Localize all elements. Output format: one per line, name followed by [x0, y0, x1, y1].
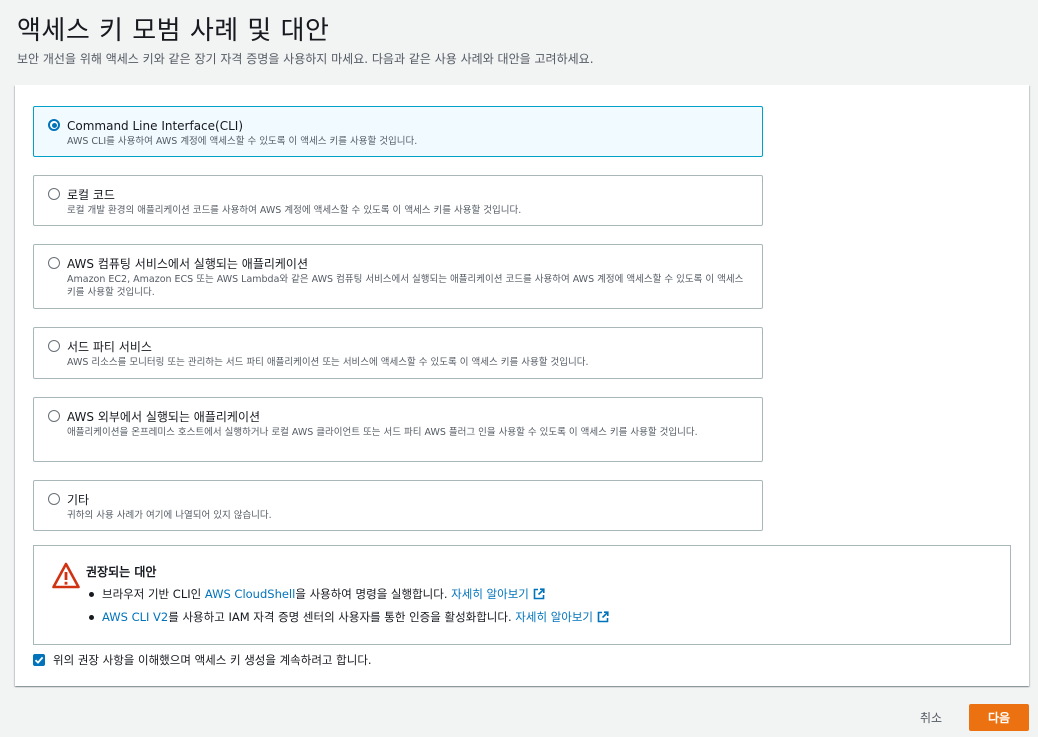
- next-button[interactable]: 다음: [969, 704, 1029, 731]
- radio-cli[interactable]: [48, 119, 60, 131]
- option-label: Command Line Interface(CLI): [67, 119, 244, 133]
- option-third-party[interactable]: 서드 파티 서비스 AWS 리소스를 모니터링 또는 관리하는 서드 파티 애플…: [33, 327, 763, 379]
- option-description: 귀하의 사용 사례가 여기에 나열되어 있지 않습니다.: [67, 510, 272, 521]
- radio-aws-compute[interactable]: [48, 257, 60, 269]
- checkmark-icon: [34, 656, 44, 664]
- option-label: 서드 파티 서비스: [67, 340, 152, 354]
- option-local-code[interactable]: 로컬 코드 로컬 개발 환경의 애플리케이션 코드를 사용하여 AWS 계정에 …: [33, 175, 763, 226]
- learn-more-link-cloudshell[interactable]: 자세히 알아보기: [451, 587, 529, 601]
- alert-item-text: 을 사용하여 명령을 실행합니다.: [295, 587, 452, 601]
- option-aws-compute[interactable]: AWS 컴퓨팅 서비스에서 실행되는 애플리케이션 Amazon EC2, Am…: [33, 244, 763, 309]
- alert-item-cloudshell: 브라우저 기반 CLI인 AWS CloudShell을 사용하여 명령을 실행…: [86, 586, 609, 602]
- radio-local-code[interactable]: [48, 188, 60, 200]
- recommended-alternatives-alert: 권장되는 대안 브라우저 기반 CLI인 AWS CloudShell을 사용하…: [33, 545, 1011, 645]
- option-label: 기타: [67, 493, 90, 507]
- alert-item-cli-v2: AWS CLI V2를 사용하고 IAM 자격 증명 센터의 사용자를 통한 인…: [86, 609, 609, 625]
- learn-more-link-cli-v2[interactable]: 자세히 알아보기: [515, 610, 593, 624]
- external-link-icon[interactable]: [597, 611, 609, 623]
- external-link-icon[interactable]: [533, 588, 545, 600]
- option-description: 로컬 개발 환경의 애플리케이션 코드를 사용하여 AWS 계정에 액세스할 수…: [67, 205, 522, 216]
- aws-cli-v2-link[interactable]: AWS CLI V2: [102, 610, 168, 624]
- option-description: Amazon EC2, Amazon ECS 또는 AWS Lambda와 같은…: [67, 274, 744, 298]
- radio-other[interactable]: [48, 493, 60, 505]
- cloudshell-link[interactable]: AWS CloudShell: [205, 587, 295, 601]
- option-description: 애플리케이션을 온프레미스 호스트에서 실행하거나 로컬 AWS 클라이언트 또…: [67, 427, 698, 438]
- radio-third-party[interactable]: [48, 340, 60, 352]
- option-description: AWS CLI를 사용하여 AWS 계정에 액세스할 수 있도록 이 액세스 키…: [67, 136, 418, 147]
- page-subtitle: 보안 개선을 위해 액세스 키와 같은 장기 자격 증명을 사용하지 마세요. …: [17, 52, 594, 66]
- page-title: 액세스 키 모범 사례 및 대안: [17, 16, 330, 46]
- option-label: AWS 컴퓨팅 서비스에서 실행되는 애플리케이션: [67, 257, 309, 271]
- option-label: 로컬 코드: [67, 188, 115, 202]
- option-cli[interactable]: Command Line Interface(CLI) AWS CLI를 사용하…: [33, 106, 763, 157]
- alert-title: 권장되는 대안: [86, 565, 157, 579]
- acknowledge-checkbox[interactable]: [33, 654, 45, 666]
- alert-item-text: 를 사용하고 IAM 자격 증명 센터의 사용자를 통한 인증을 활성화합니다.: [168, 610, 516, 624]
- use-case-panel: Command Line Interface(CLI) AWS CLI를 사용하…: [15, 85, 1029, 686]
- cancel-button[interactable]: 취소: [908, 704, 954, 730]
- acknowledge-row: 위의 권장 사항을 이해했으며 액세스 키 생성을 계속하려고 합니다.: [33, 652, 372, 668]
- alert-item-text: 브라우저 기반 CLI인: [102, 587, 205, 601]
- option-description: AWS 리소스를 모니터링 또는 관리하는 서드 파티 애플리케이션 또는 서비…: [67, 357, 589, 368]
- option-label: AWS 외부에서 실행되는 애플리케이션: [67, 410, 261, 424]
- acknowledge-label: 위의 권장 사항을 이해했으며 액세스 키 생성을 계속하려고 합니다.: [53, 653, 372, 667]
- radio-outside-aws[interactable]: [48, 410, 60, 422]
- option-other[interactable]: 기타 귀하의 사용 사례가 여기에 나열되어 있지 않습니다.: [33, 480, 763, 531]
- warning-icon: [52, 562, 80, 589]
- alert-list: 브라우저 기반 CLI인 AWS CloudShell을 사용하여 명령을 실행…: [86, 586, 609, 632]
- option-outside-aws[interactable]: AWS 외부에서 실행되는 애플리케이션 애플리케이션을 온프레미스 호스트에서…: [33, 397, 763, 462]
